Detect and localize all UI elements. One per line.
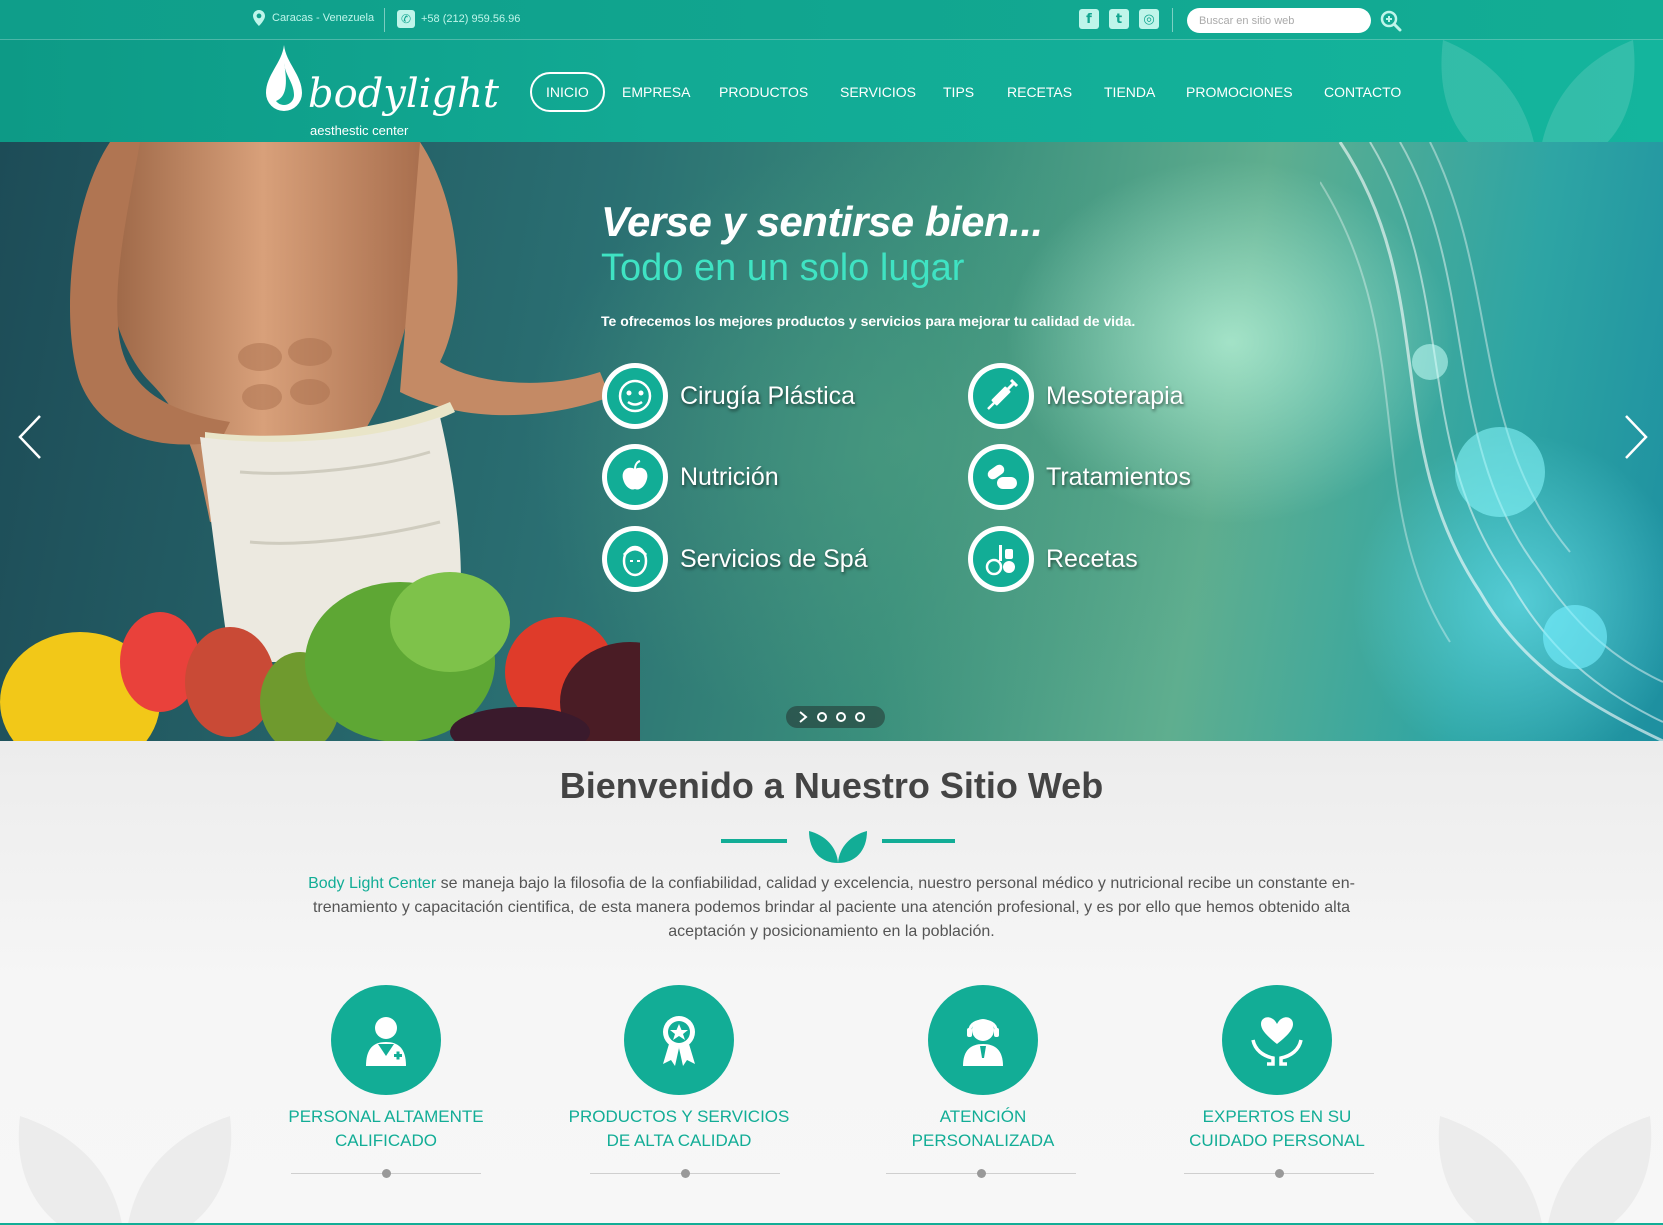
phone-icon: ✆ [397, 10, 415, 28]
light-streaks [1320, 142, 1663, 741]
service-nutricion[interactable]: Nutrición [602, 444, 779, 510]
spa-mask-icon [622, 545, 648, 577]
chevron-right-icon[interactable] [1620, 412, 1650, 462]
twitter-icon[interactable]: t [1109, 9, 1129, 29]
welcome-text: Body Light Center se maneja bajo la filo… [280, 872, 1383, 944]
nav-productos[interactable]: PRODUCTOS [719, 72, 808, 112]
feature-label-line: PERSONAL ALTAMENTE [288, 1107, 484, 1126]
feature-separator-dot [382, 1169, 391, 1178]
heart-hands-icon [1251, 1017, 1303, 1066]
feature-label-line: ATENCIÓN [939, 1107, 1027, 1126]
facebook-icon[interactable]: f [1079, 9, 1099, 29]
brand-name: bodylight [308, 71, 499, 117]
chevron-left-icon[interactable] [16, 412, 46, 462]
service-label: Mesoterapia [1046, 381, 1184, 410]
service-spa[interactable]: Servicios de Spá [602, 526, 868, 592]
water-drop-icon [266, 45, 302, 111]
map-pin-icon [253, 10, 265, 26]
leaf-watermark-icon [18, 1116, 232, 1225]
pager-dot[interactable] [817, 712, 827, 722]
brand-highlight[interactable]: Body Light Center [308, 875, 436, 892]
pager-dot[interactable] [836, 712, 846, 722]
feature-label: PRODUCTOS Y SERVICIOS DE ALTA CALIDAD [559, 1105, 799, 1153]
nav-tienda[interactable]: TIENDA [1104, 72, 1155, 112]
feature-label: PERSONAL ALTAMENTE CALIFICADO [266, 1105, 506, 1153]
feature-label: EXPERTOS EN SU CUIDADO PERSONAL [1157, 1105, 1397, 1153]
welcome-section: Bienvenido a Nuestro Sitio Web Body Ligh… [0, 741, 1663, 1225]
service-mesoterapia[interactable]: Mesoterapia [968, 363, 1184, 429]
leaf-divider-icon [721, 831, 955, 863]
pager-dot[interactable] [855, 712, 865, 722]
feature-calidad: PRODUCTOS Y SERVICIOS DE ALTA CALIDAD [559, 985, 799, 1153]
feature-separator-dot [1275, 1169, 1284, 1178]
hero-title: Verse y sentirse bien... [601, 198, 1043, 245]
feature-expertos: EXPERTOS EN SU CUIDADO PERSONAL [1157, 985, 1397, 1153]
feature-circle [928, 985, 1038, 1095]
award-ribbon-icon [663, 1016, 695, 1066]
nav-servicios[interactable]: SERVICIOS [840, 72, 916, 112]
divider [1172, 8, 1173, 32]
recipe-icon [985, 545, 1015, 576]
instagram-icon[interactable]: ◎ [1139, 9, 1159, 29]
phone-info[interactable]: ✆ +58 (212) 959.56.96 [397, 10, 520, 28]
search-input[interactable] [1187, 8, 1371, 33]
nav-tips[interactable]: TIPS [943, 72, 974, 112]
location-info: Caracas - Venezuela [253, 10, 374, 26]
slider-pager [786, 706, 885, 728]
doctor-icon [366, 1017, 406, 1066]
service-label: Servicios de Spá [680, 544, 868, 573]
nav-promociones[interactable]: PROMOCIONES [1186, 72, 1293, 112]
service-label: Nutrición [680, 462, 779, 491]
feature-label-line: EXPERTOS EN SU [1202, 1107, 1352, 1126]
service-cirugia[interactable]: Cirugía Plástica [602, 363, 855, 429]
service-label: Cirugía Plástica [680, 381, 856, 410]
nav-recetas[interactable]: RECETAS [1007, 72, 1072, 112]
hero-image [0, 142, 640, 741]
feature-label: ATENCIÓN PERSONALIZADA [863, 1105, 1103, 1153]
feature-circle [331, 985, 441, 1095]
pills-icon [987, 464, 1017, 489]
main-header: bodylight aesthestic center INICIO EMPRE… [0, 40, 1663, 170]
feature-circle [624, 985, 734, 1095]
feature-atencion: ATENCIÓN PERSONALIZADA [863, 985, 1103, 1153]
service-label: Tratamientos [1046, 462, 1191, 491]
nav-empresa[interactable]: EMPRESA [622, 72, 690, 112]
nav-contacto[interactable]: CONTACTO [1324, 72, 1401, 112]
feature-circle [1222, 985, 1332, 1095]
phone-text: +58 (212) 959.56.96 [421, 13, 521, 25]
service-label: Recetas [1046, 544, 1138, 573]
location-text: Caracas - Venezuela [272, 12, 375, 24]
nav-inicio[interactable]: INICIO [530, 72, 605, 112]
search-zoom-icon[interactable] [1380, 10, 1402, 32]
support-agent-icon [963, 1019, 1003, 1066]
feature-label-line: DE ALTA CALIDAD [606, 1131, 752, 1150]
apple-icon [622, 460, 648, 490]
feature-label-line: CUIDADO PERSONAL [1189, 1131, 1365, 1150]
leaf-watermark-icon [1438, 1116, 1652, 1225]
feature-separator-dot [977, 1169, 986, 1178]
feature-label-line: PERSONALIZADA [911, 1131, 1055, 1150]
divider [384, 8, 385, 32]
feature-label-line: PRODUCTOS Y SERVICIOS [568, 1107, 790, 1126]
hero-subtitle: Todo en un solo lugar [601, 247, 965, 289]
service-recetas[interactable]: Recetas [968, 526, 1138, 592]
feature-label-line: CALIFICADO [334, 1131, 438, 1150]
brand-logo[interactable]: bodylight aesthestic center [262, 45, 499, 140]
face-icon [618, 379, 652, 413]
hero-slider: Verse y sentirse bien... Todo en un solo… [0, 142, 1663, 741]
feature-separator-dot [681, 1169, 690, 1178]
brand-tagline: aesthestic center [310, 123, 409, 138]
syringe-icon [987, 378, 1019, 410]
feature-personal: PERSONAL ALTAMENTE CALIFICADO [266, 985, 506, 1153]
hero-text: Te ofrecemos los mejores productos y ser… [601, 313, 1136, 329]
pager-next-icon[interactable] [798, 711, 808, 723]
service-tratamientos[interactable]: Tratamientos [968, 444, 1191, 510]
welcome-body: se maneja bajo la filosofia de la confia… [312, 875, 1355, 940]
welcome-title: Bienvenido a Nuestro Sitio Web [559, 765, 1104, 806]
